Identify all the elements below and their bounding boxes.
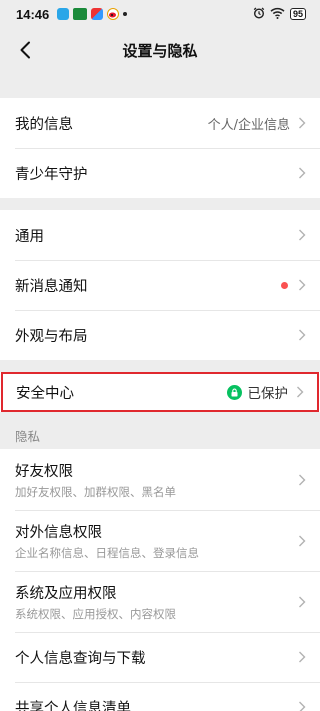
youth-protection-label: 青少年守护 (15, 166, 88, 183)
friend-permissions-texts: 好友权限 加好友权限、加群权限、黑名单 (15, 460, 298, 500)
shared-info-list-row[interactable]: 共享个人信息清单 (0, 682, 320, 711)
system-app-permissions-row[interactable]: 系统及应用权限 系统权限、应用授权、内容权限 (0, 571, 320, 632)
my-info-row[interactable]: 我的信息 个人/企业信息 (0, 98, 320, 148)
chevron-right-icon (299, 329, 306, 341)
notification-icons (57, 8, 128, 20)
security-center-label: 安全中心 (16, 385, 74, 402)
settings-group-privacy: 好友权限 加好友权限、加群权限、黑名单 对外信息权限 企业名称信息、日程信息、登… (0, 449, 320, 711)
status-bar: 14:46 95 (0, 0, 320, 28)
youth-protection-row[interactable]: 青少年守护 (0, 148, 320, 198)
system-app-permissions-label: 系统及应用权限 (15, 585, 117, 602)
friend-permissions-subtitle: 加好友权限、加群权限、黑名单 (15, 484, 176, 499)
external-info-permissions-subtitle: 企业名称信息、日程信息、登录信息 (15, 545, 199, 560)
external-info-permissions-label: 对外信息权限 (15, 524, 102, 541)
general-row[interactable]: 通用 (0, 210, 320, 260)
section-gap (0, 72, 320, 98)
new-message-notification-row[interactable]: 新消息通知 (0, 260, 320, 310)
more-notifications-dot-icon (123, 12, 128, 16)
chevron-right-icon (299, 229, 306, 241)
chevron-right-icon (299, 279, 306, 291)
friend-permissions-row[interactable]: 好友权限 加好友权限、加群权限、黑名单 (0, 449, 320, 510)
chevron-left-icon (20, 41, 30, 59)
status-time: 14:46 (16, 6, 50, 22)
system-status: 95 (253, 7, 306, 22)
system-app-permissions-texts: 系统及应用权限 系统权限、应用授权、内容权限 (15, 582, 298, 622)
chevron-right-icon (299, 596, 306, 607)
security-status: 已保护 (247, 386, 289, 402)
back-button[interactable] (10, 36, 40, 64)
chevron-right-icon (299, 474, 306, 485)
settings-group-security: 安全中心 已保护 (0, 372, 320, 412)
app-notification-3-icon (91, 8, 104, 20)
alarm-icon (253, 7, 265, 22)
chevron-right-icon (299, 167, 306, 179)
page-title: 设置与隐私 (122, 41, 198, 60)
appearance-layout-row[interactable]: 外观与布局 (0, 310, 320, 360)
nav-bar: 设置与隐私 (0, 28, 320, 72)
my-info-value: 个人/企业信息 (207, 117, 290, 133)
app-notification-1-icon (57, 8, 70, 20)
new-message-notification-label: 新消息通知 (15, 278, 88, 295)
general-label: 通用 (15, 228, 44, 245)
chevron-right-icon (299, 117, 306, 129)
system-app-permissions-subtitle: 系统权限、应用授权、内容权限 (15, 606, 176, 621)
chevron-right-icon (299, 701, 306, 711)
settings-group-account: 我的信息 个人/企业信息 青少年守护 (0, 98, 320, 198)
battery-icon: 95 (289, 8, 306, 20)
section-gap (0, 198, 320, 210)
unread-dot-badge (281, 281, 288, 289)
external-info-permissions-row[interactable]: 对外信息权限 企业名称信息、日程信息、登录信息 (0, 510, 320, 571)
privacy-section-header: 隐私 (0, 412, 320, 449)
chevron-right-icon (299, 651, 306, 663)
chevron-right-icon (299, 535, 306, 546)
chevron-right-icon (297, 386, 304, 398)
personal-info-download-row[interactable]: 个人信息查询与下载 (0, 632, 320, 682)
app-notification-2-icon (73, 8, 88, 20)
appearance-layout-label: 外观与布局 (15, 328, 88, 345)
settings-group-general: 通用 新消息通知 外观与布局 (0, 210, 320, 360)
lock-icon (226, 384, 242, 400)
external-info-permissions-texts: 对外信息权限 企业名称信息、日程信息、登录信息 (15, 521, 298, 561)
weibo-icon (107, 8, 120, 20)
security-center-row[interactable]: 安全中心 已保护 (1, 372, 319, 412)
wifi-icon (270, 7, 285, 22)
shared-info-list-label: 共享个人信息清单 (15, 700, 131, 711)
section-gap (0, 360, 320, 372)
my-info-label: 我的信息 (15, 116, 73, 133)
friend-permissions-label: 好友权限 (15, 463, 73, 480)
personal-info-download-label: 个人信息查询与下载 (15, 650, 146, 667)
